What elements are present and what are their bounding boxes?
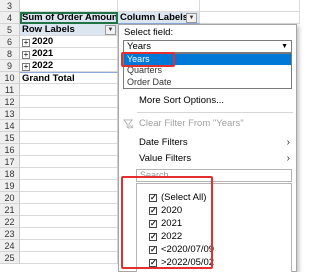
- cell-a20[interactable]: [20, 192, 118, 204]
- chevron-down-icon: ▼: [188, 15, 195, 21]
- row-header-14[interactable]: 14: [0, 120, 20, 132]
- chevron-right-icon: ›: [286, 153, 290, 164]
- cell-a17[interactable]: [20, 156, 118, 168]
- cell-a21[interactable]: [20, 204, 118, 216]
- row-labels-text: Row Labels: [22, 24, 75, 35]
- pivot-row-label: 2021: [32, 48, 54, 59]
- row-header-17[interactable]: 17: [0, 156, 20, 168]
- row-header-23[interactable]: 23: [0, 228, 20, 240]
- row-header-19[interactable]: 19: [0, 180, 20, 192]
- cell-a25[interactable]: [20, 252, 118, 264]
- pivot-grand-total[interactable]: Grand Total: [20, 72, 118, 84]
- cell-a13[interactable]: [20, 108, 118, 120]
- chevron-down-icon: ▼: [107, 27, 114, 33]
- select-field-label: Select field:: [124, 27, 174, 38]
- cell-b3[interactable]: [118, 0, 200, 12]
- date-filters-item[interactable]: Date Filters ›: [119, 135, 296, 151]
- chevron-down-icon: ▼: [281, 43, 288, 50]
- cell-a11[interactable]: [20, 84, 118, 96]
- cell-a18[interactable]: [20, 168, 118, 180]
- row-header-24[interactable]: 24: [0, 240, 20, 252]
- clear-filter-item[interactable]: Clear Filter From "Years": [119, 116, 296, 132]
- row-labels-dropdown-button[interactable]: ▼: [105, 25, 116, 35]
- cell-a15[interactable]: [20, 132, 118, 144]
- cell-a14[interactable]: [20, 120, 118, 132]
- cell-c4[interactable]: [200, 12, 300, 24]
- value-filters-item[interactable]: Value Filters ›: [119, 151, 296, 167]
- pivot-row-labels[interactable]: Row Labels: [20, 24, 118, 36]
- cell-a3[interactable]: [20, 0, 118, 12]
- cell-a12[interactable]: [20, 96, 118, 108]
- row-header-9[interactable]: 9: [0, 60, 20, 72]
- row-header-3[interactable]: 3: [0, 0, 20, 12]
- pivot-row-label: 2020: [32, 36, 54, 47]
- filter-dropdown-panel: Select field: Years ▼ Years Quarters Ord…: [118, 24, 297, 272]
- column-labels-text: Column Labels: [120, 12, 189, 23]
- row-header-5[interactable]: 5: [0, 24, 20, 36]
- row-header-25[interactable]: 25: [0, 252, 20, 264]
- expand-icon[interactable]: +: [22, 39, 30, 47]
- pivot-row-item[interactable]: +2021: [20, 48, 118, 60]
- row-header-10[interactable]: 10: [0, 72, 20, 84]
- cell-a24[interactable]: [20, 240, 118, 252]
- expand-icon[interactable]: +: [22, 63, 30, 71]
- row-header-6[interactable]: 6: [0, 36, 20, 48]
- menu-separator: [137, 112, 293, 113]
- cell-c3[interactable]: [200, 0, 300, 12]
- selected-field-value: Years: [127, 41, 151, 52]
- row-header-4[interactable]: 4: [0, 12, 20, 24]
- row-header-22[interactable]: 22: [0, 216, 20, 228]
- more-sort-options-item[interactable]: More Sort Options...: [119, 93, 296, 109]
- highlight-box-items: [121, 176, 213, 269]
- row-header-18[interactable]: 18: [0, 168, 20, 180]
- more-sort-options-label: More Sort Options...: [139, 95, 225, 106]
- cell-a19[interactable]: [20, 180, 118, 192]
- cell-a22[interactable]: [20, 216, 118, 228]
- row-header-16[interactable]: 16: [0, 144, 20, 156]
- row-header-11[interactable]: 11: [0, 84, 20, 96]
- pivot-value-header[interactable]: Sum of Order Amount: [20, 12, 118, 24]
- row-header-20[interactable]: 20: [0, 192, 20, 204]
- row-header-13[interactable]: 13: [0, 108, 20, 120]
- highlight-box-years: [121, 52, 175, 67]
- row-header-15[interactable]: 15: [0, 132, 20, 144]
- row-header-21[interactable]: 21: [0, 204, 20, 216]
- filter-clear-icon: [123, 119, 134, 129]
- chevron-right-icon: ›: [286, 137, 290, 148]
- pivot-row-item[interactable]: +2020: [20, 36, 118, 48]
- row-header-8[interactable]: 8: [0, 48, 20, 60]
- clear-filter-label: Clear Filter From "Years": [139, 118, 244, 129]
- cell-a23[interactable]: [20, 228, 118, 240]
- pivot-row-label: 2022: [32, 60, 54, 71]
- cell-a16[interactable]: [20, 144, 118, 156]
- value-filters-label: Value Filters: [139, 153, 192, 164]
- expand-icon[interactable]: +: [22, 51, 30, 59]
- field-option-order-date[interactable]: Order Date: [124, 77, 291, 88]
- column-labels-dropdown-button[interactable]: ▼: [186, 13, 197, 23]
- date-filters-label: Date Filters: [139, 137, 188, 148]
- row-header-12[interactable]: 12: [0, 96, 20, 108]
- pivot-row-item[interactable]: +2022: [20, 60, 118, 72]
